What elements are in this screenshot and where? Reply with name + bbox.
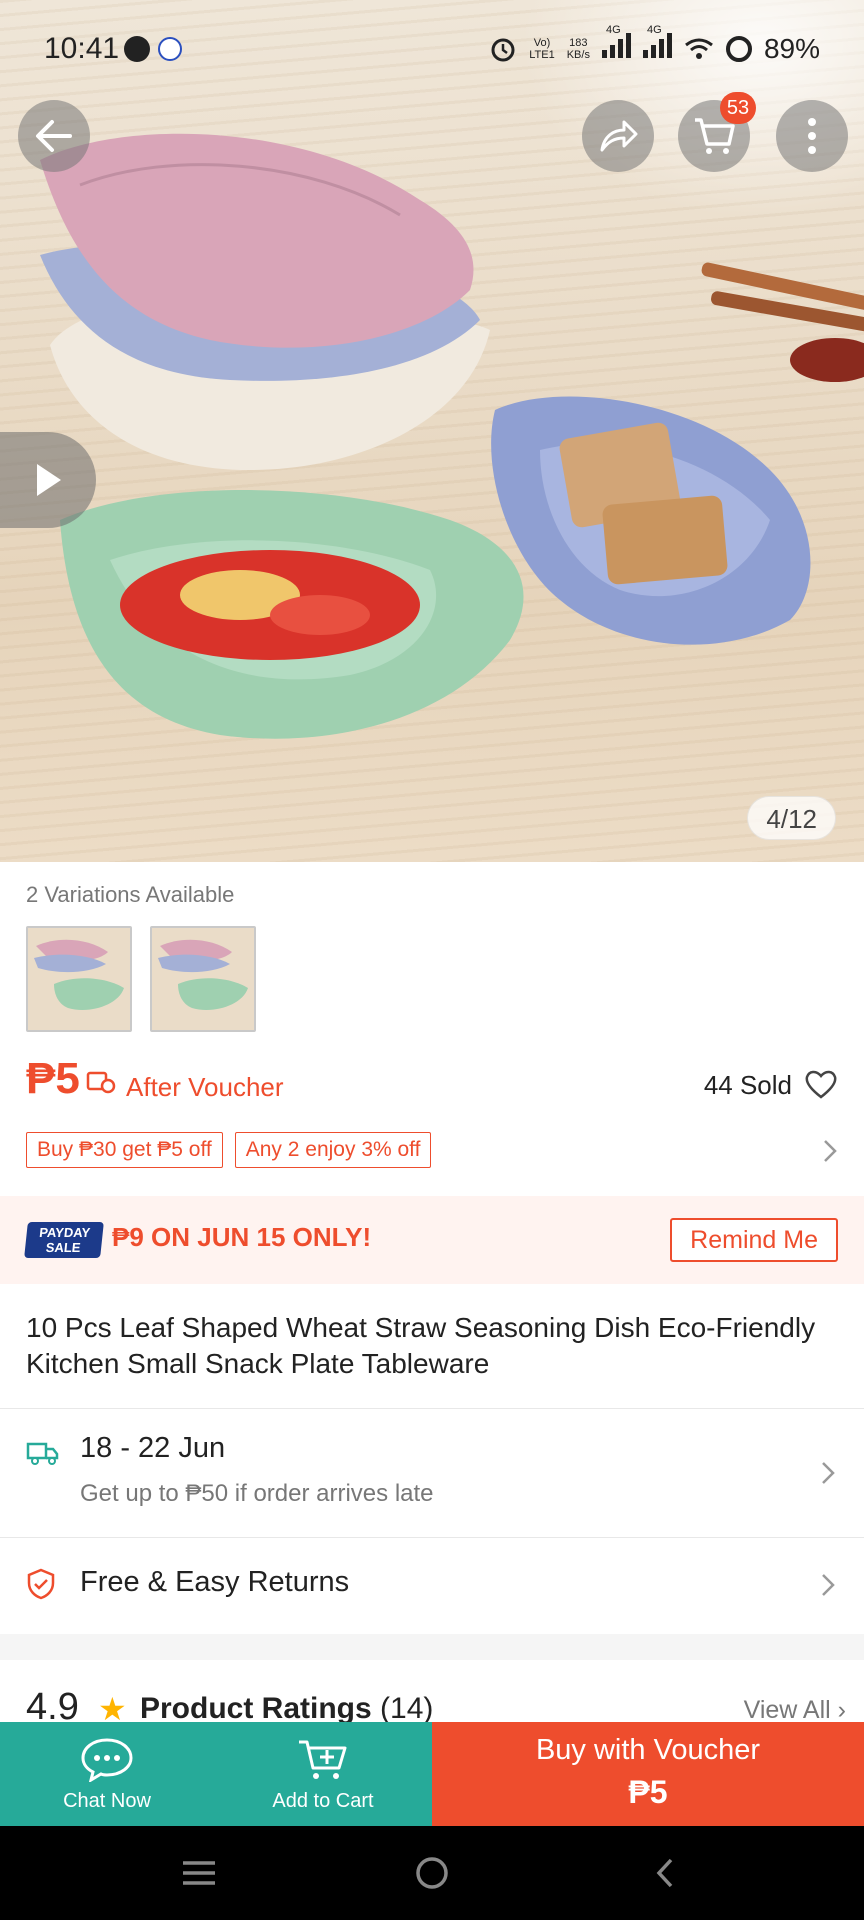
chevron-right-icon <box>822 1462 835 1484</box>
wifi-icon <box>685 38 713 59</box>
alarm-icon <box>491 38 515 61</box>
chat-now-button[interactable]: Chat Now <box>0 1722 214 1826</box>
add-to-cart-label: Add to Cart <box>272 1790 374 1812</box>
volte-indicator: Vo) LTE1 <box>529 36 555 61</box>
signal-2: 4G <box>642 24 672 65</box>
buy-with-voucher-label: Buy with Voucher <box>535 1734 761 1766</box>
more-options-button[interactable] <box>776 100 848 172</box>
message-notification-icon <box>124 36 150 62</box>
more-vertical-icon <box>808 118 816 154</box>
payday-sale-logo: PAYDAY SALE <box>24 1222 104 1258</box>
payday-banner: PAYDAY SALE ₱9 ON JUN 15 ONLY! Remind Me <box>0 1196 864 1284</box>
price: ₱5 <box>26 1054 80 1103</box>
voucher-icon <box>86 1071 116 1094</box>
status-right-icons: Vo) LTE1 183 KB/s 4G 4G 89% <box>489 24 820 65</box>
shield-check-icon <box>27 1568 55 1600</box>
variation-thumb-1[interactable] <box>26 926 132 1032</box>
add-to-cart-button[interactable]: Add to Cart <box>214 1722 432 1826</box>
product-image-gallery[interactable]: 10:41 Vo) LTE1 183 KB/s 4G 4G 89% 53 4/1… <box>0 0 864 862</box>
chat-now-label: Chat Now <box>63 1790 151 1812</box>
truck-icon <box>26 1442 59 1465</box>
nav-home-icon <box>416 1857 448 1889</box>
heart-icon[interactable] <box>804 1068 838 1100</box>
bottom-action-bar: Chat Now Add to Cart Buy with Voucher ₱5 <box>0 1722 864 1826</box>
section-gap <box>0 1634 864 1660</box>
payday-promo-text: ₱9 ON JUN 15 ONLY! <box>112 1222 372 1252</box>
rating-score: 4.9 <box>26 1686 79 1726</box>
thumb-image <box>34 939 124 1010</box>
signal-1: 4G <box>601 24 631 65</box>
variations-label: 2 Variations Available <box>26 882 235 907</box>
cart-plus-icon <box>299 1740 347 1779</box>
thumb-image <box>158 939 248 1010</box>
variation-thumbnails <box>26 926 256 1032</box>
back-arrow-icon <box>36 120 72 152</box>
app-notification-icon <box>158 37 182 61</box>
nav-menu-icon <box>183 1861 215 1885</box>
recent-apps-button[interactable] <box>176 1850 222 1896</box>
back-button[interactable] <box>18 100 90 172</box>
chevron-right-icon <box>824 1140 837 1162</box>
status-time: 10:41 <box>44 32 120 65</box>
buy-with-voucher-button[interactable]: Buy with Voucher ₱5 <box>432 1722 864 1826</box>
share-button[interactable] <box>582 100 654 172</box>
after-voucher-label: After Voucher <box>126 1072 284 1102</box>
product-title: 10 Pcs Leaf Shaped Wheat Straw Seasoning… <box>26 1312 816 1379</box>
view-all-ratings-link[interactable]: View All › <box>744 1696 846 1725</box>
divider <box>0 1537 864 1538</box>
share-icon <box>600 120 638 152</box>
ratings-label: Product Ratings (14) <box>140 1692 434 1725</box>
promo-tag[interactable]: Buy ₱30 get ₱5 off <box>26 1132 223 1168</box>
ratings-count: (14) <box>380 1692 434 1725</box>
play-video-button[interactable] <box>0 432 96 528</box>
status-bar: 10:41 Vo) LTE1 183 KB/s 4G 4G 89% <box>0 0 864 100</box>
product-ratings-header[interactable]: 4.9 ★ Product Ratings (14) View All › <box>26 1686 846 1726</box>
cart-button[interactable]: 53 <box>678 92 756 172</box>
price-row: ₱5 After Voucher 44 Sold <box>26 1054 838 1114</box>
chevron-right-icon <box>822 1574 835 1596</box>
battery-icon <box>725 35 752 62</box>
chat-bubble-icon <box>81 1738 133 1782</box>
sold-count: 44 Sold <box>703 1070 792 1100</box>
image-counter: 4/12 <box>747 796 836 840</box>
nav-back-icon <box>656 1858 673 1888</box>
cart-count-badge: 53 <box>720 92 756 124</box>
delivery-guarantee-note: Get up to ₱50 if order arrives late <box>80 1480 434 1507</box>
net-speed: 183 KB/s <box>566 36 590 61</box>
back-nav-button[interactable] <box>642 1850 688 1896</box>
variation-thumb-2[interactable] <box>150 926 256 1032</box>
promo-tag[interactable]: Any 2 enjoy 3% off <box>234 1132 432 1168</box>
home-button[interactable] <box>409 1850 455 1896</box>
system-navigation-bar <box>0 1826 864 1920</box>
buy-with-voucher-price: ₱5 <box>628 1774 668 1810</box>
battery-percent: 89% <box>763 32 820 64</box>
play-icon <box>37 464 61 496</box>
divider <box>0 1408 864 1409</box>
promo-tags-row[interactable]: Buy ₱30 get ₱5 off Any 2 enjoy 3% off <box>26 1132 838 1170</box>
delivery-date: 18 - 22 Jun <box>80 1432 226 1464</box>
remind-me-button[interactable]: Remind Me <box>670 1218 838 1262</box>
free-returns-label: Free & Easy Returns <box>80 1566 350 1598</box>
star-icon: ★ <box>98 1691 127 1726</box>
